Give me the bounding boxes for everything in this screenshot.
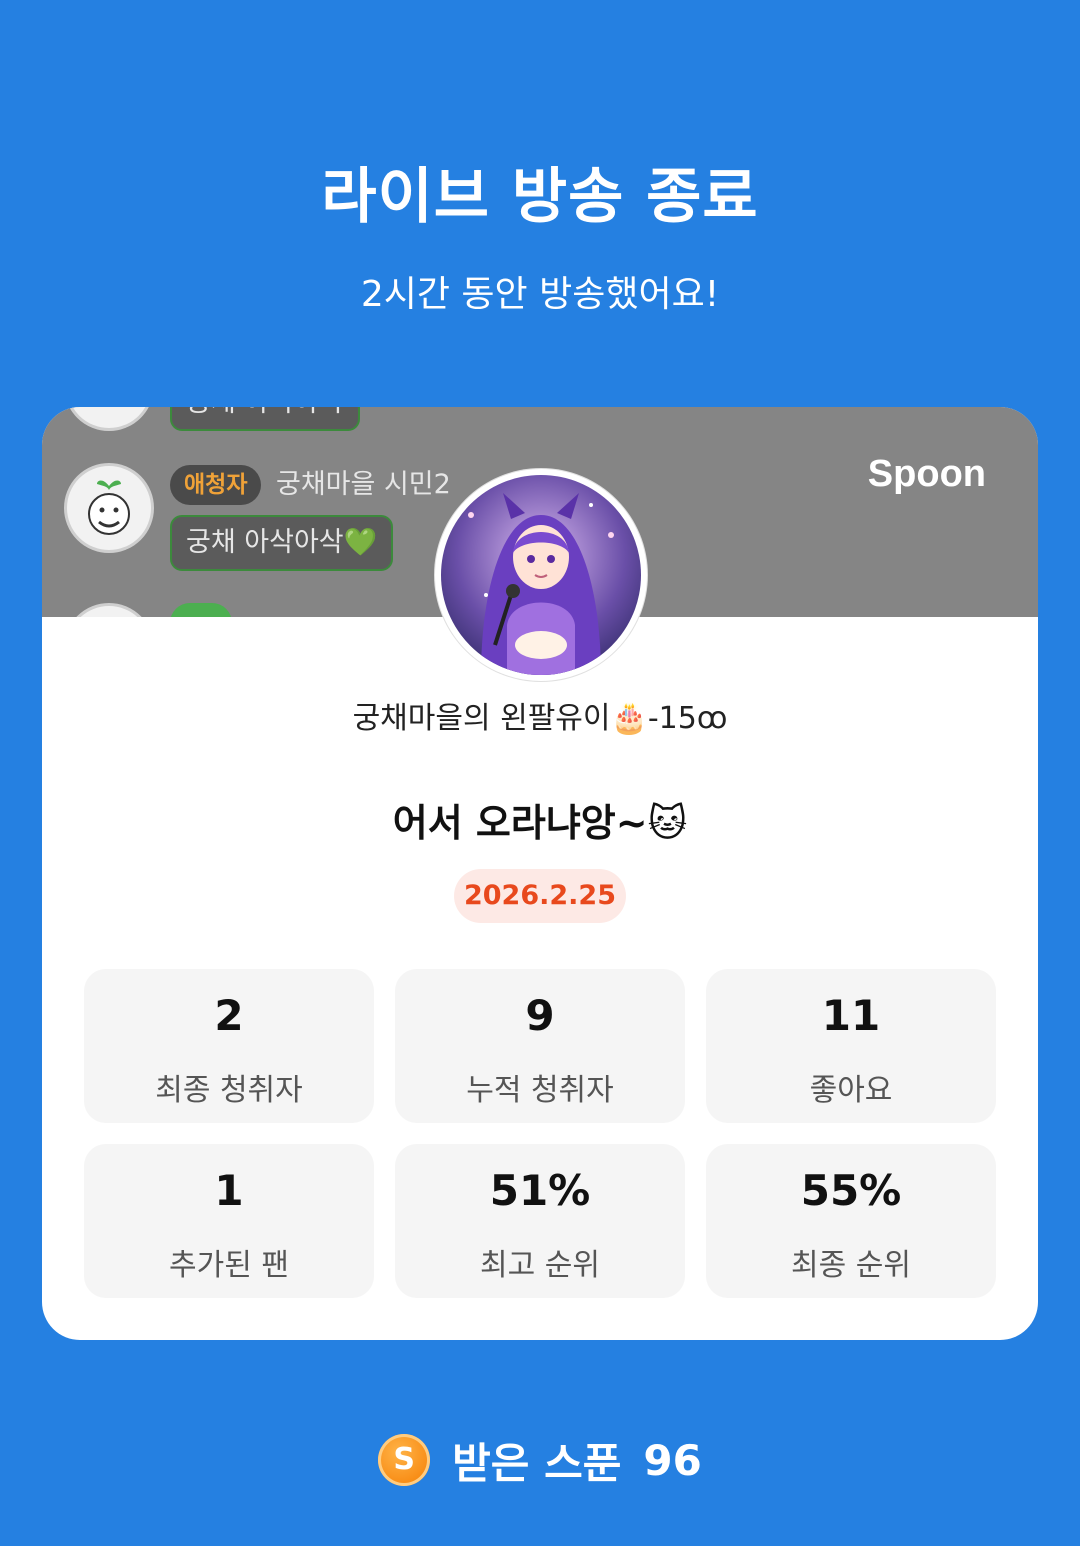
stat-final-rank: 55% 최종 순위	[706, 1144, 996, 1298]
live-title: 어서 오라냐앙~🐱	[392, 801, 688, 845]
received-spoons-count: 96	[643, 1435, 702, 1485]
stat-value: 55%	[800, 1166, 902, 1215]
page-title: 라이브 방송 종료	[321, 162, 759, 232]
stat-value: 9	[525, 991, 555, 1040]
host-nickname: 궁채마을의 왼팔유이🎂-15ꝏ	[352, 701, 728, 736]
stat-value: 1	[214, 1166, 244, 1215]
chat-avatar	[64, 463, 154, 553]
stat-label: 최종 청취자	[155, 1073, 303, 1108]
chat-badge-next	[170, 603, 232, 617]
received-spoons: S 받은 스푼 96	[0, 1430, 1080, 1490]
stat-value: 51%	[489, 1166, 591, 1215]
broadcast-duration: 2시간 동안 방송했어요!	[360, 274, 720, 315]
stat-value: 2	[214, 991, 244, 1040]
stat-label: 좋아요	[809, 1073, 893, 1108]
chat-avatar	[64, 407, 154, 431]
chat-avatar	[64, 603, 154, 617]
spoon-logo: Spoon	[867, 453, 986, 495]
stat-value: 11	[821, 991, 881, 1040]
summary-card: 궁채 아삭아삭 애청자 궁채마을 시민2 궁채 아삭아삭💚 Spoon	[42, 407, 1038, 1340]
received-spoons-label: 받은 스푼	[452, 1438, 622, 1488]
sprout-face-icon	[88, 480, 130, 535]
broadcast-date: 2026.2.25	[454, 869, 626, 923]
stat-label: 누적 청취자	[466, 1073, 614, 1108]
stat-label: 최종 순위	[791, 1248, 911, 1283]
stat-best-rank: 51% 최고 순위	[395, 1144, 685, 1298]
chat-username: 궁채마을 시민2	[276, 469, 451, 500]
stat-new-fans: 1 추가된 팬	[84, 1144, 374, 1298]
chat-bubble: 궁채 아삭아삭💚	[170, 515, 394, 571]
profile-avatar[interactable]	[435, 469, 647, 681]
chat-bubble-previous: 궁채 아삭아삭	[170, 407, 360, 431]
stat-total-listeners: 9 누적 청취자	[395, 969, 685, 1123]
profile-illustration	[441, 475, 641, 675]
stat-final-listeners: 2 최종 청취자	[84, 969, 374, 1123]
stat-label: 최고 순위	[480, 1248, 600, 1283]
stat-label: 추가된 팬	[169, 1248, 289, 1283]
stat-likes: 11 좋아요	[706, 969, 996, 1123]
fan-badge: 애청자	[170, 465, 262, 505]
spoon-coin-icon: S	[378, 1434, 431, 1486]
